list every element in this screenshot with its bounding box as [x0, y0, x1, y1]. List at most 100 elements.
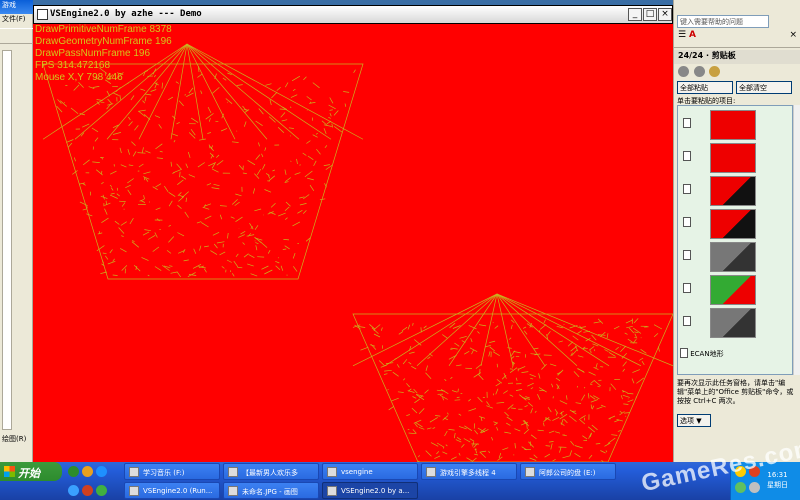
taskbar-button-label: 未命名.JPG - 画图	[242, 488, 298, 496]
pane-nav	[678, 66, 798, 80]
picture-icon	[683, 184, 691, 194]
taskbar-button[interactable]: VSEngine2.0 by a...	[322, 482, 418, 499]
minimize-button[interactable]: _	[628, 8, 642, 21]
taskbar-button[interactable]: 阿郎公司的盘 (E:)	[520, 463, 616, 480]
clip-list: ECAN地形	[677, 105, 793, 375]
stat-fps: FPS 314.472168	[35, 60, 111, 71]
clip-thumbnail	[710, 242, 756, 272]
doc-icon	[426, 467, 436, 477]
taskbar-button-label: 游戏引擎多线程 4	[440, 469, 496, 477]
menu-file[interactable]: 文件(F)	[0, 14, 33, 28]
clip-item[interactable]	[680, 176, 790, 206]
ie-icon	[228, 467, 238, 477]
word-window: 游戏 文件(F) 绘图(R)	[0, 0, 33, 462]
terrain-mesh	[352, 293, 673, 462]
tray-network-icon[interactable]	[735, 482, 746, 493]
clip-thumbnail	[710, 110, 756, 140]
start-label: 开始	[18, 467, 40, 480]
maximize-button[interactable]: □	[643, 8, 657, 21]
format-toolbar: ☰ A ×	[674, 30, 800, 48]
taskbar-button[interactable]: VSEngine2.0 (Run...	[124, 482, 220, 499]
word-toolbar	[0, 28, 33, 44]
clip-thumbnail	[710, 176, 756, 206]
paint-icon	[228, 486, 238, 496]
render-viewport[interactable]: DrawPrimitiveNumFrame 8378 DrawGeometryN…	[33, 24, 673, 462]
taskbar-button-label: 学习音乐 (F:)	[143, 469, 185, 477]
clip-thumbnail	[710, 143, 756, 173]
music-icon	[129, 467, 139, 477]
stat-mouse: Mouse X,Y 798 446	[35, 72, 123, 83]
clock-day: 星期日	[767, 481, 788, 489]
engine-titlebar[interactable]: VSEngine2.0 by azhe --- Demo _ □ ×	[33, 5, 673, 24]
clock[interactable]: 16:31 星期日	[767, 470, 788, 490]
draw-menu[interactable]: 绘图(R)	[0, 432, 33, 448]
taskbar-button-label: VSEngine2.0 by a...	[341, 487, 410, 495]
word-title: 游戏	[0, 0, 33, 14]
desktop-icon[interactable]	[68, 485, 79, 496]
close-icon[interactable]: ×	[789, 30, 797, 40]
taskbar-button[interactable]: 学习音乐 (F:)	[124, 463, 220, 480]
vertical-ruler	[2, 50, 12, 430]
messenger-icon[interactable]	[96, 485, 107, 496]
app-icon	[129, 486, 139, 496]
clip-thumbnail	[710, 275, 756, 305]
taskbar-button-label: 【最新男人欢乐多	[242, 469, 298, 477]
pane-top-bar	[674, 0, 800, 14]
picture-icon	[683, 316, 691, 326]
clipboard-task-pane: 键入需要帮助的问题 ☰ A × 24/24 · 剪贴板 全部粘贴 全部清空 单击…	[673, 0, 800, 462]
window-icon	[37, 9, 48, 20]
picture-icon	[683, 118, 691, 128]
app-icon	[327, 486, 337, 496]
picture-icon	[683, 151, 691, 161]
start-button[interactable]: 开始	[0, 462, 62, 481]
back-icon[interactable]	[678, 66, 689, 77]
engine-window: VSEngine2.0 by azhe --- Demo _ □ × DrawP…	[33, 5, 673, 462]
taskbar-button[interactable]: 未命名.JPG - 画图	[223, 482, 319, 499]
taskbar-button[interactable]: 【最新男人欢乐多	[223, 463, 319, 480]
taskbar-button-label: vsengine	[341, 468, 373, 476]
ie-icon[interactable]	[96, 466, 107, 477]
clip-item[interactable]	[680, 308, 790, 338]
help-search-input[interactable]: 键入需要帮助的问题	[677, 15, 769, 28]
quicklaunch-icon[interactable]	[68, 466, 79, 477]
pane-scrollbar[interactable]	[793, 105, 800, 375]
window-title: VSEngine2.0 by azhe --- Demo	[50, 9, 202, 19]
text-clip-item[interactable]: ECAN地形	[680, 346, 724, 359]
clip-item[interactable]	[680, 143, 790, 173]
stat-draw-pass: DrawPassNumFrame 196	[35, 48, 151, 59]
pane-header: 24/24 · 剪贴板	[674, 50, 800, 64]
clip-item[interactable]	[680, 110, 790, 140]
drive-icon	[525, 467, 535, 477]
taskbar-button-label: VSEngine2.0 (Run...	[143, 487, 213, 495]
forward-icon[interactable]	[693, 66, 705, 77]
taskbar-button[interactable]: vsengine	[322, 463, 418, 480]
bullets-icon[interactable]: ☰	[678, 30, 686, 40]
picture-icon	[683, 250, 691, 260]
picture-icon	[683, 217, 691, 227]
clip-item[interactable]	[680, 209, 790, 239]
terrain-wireframe	[42, 43, 673, 462]
doc-icon	[680, 348, 688, 358]
options-button[interactable]: 选项 ▼	[677, 414, 711, 427]
home-icon[interactable]	[709, 66, 721, 77]
taskbar-button[interactable]: 游戏引擎多线程 4	[421, 463, 517, 480]
folder-icon	[327, 467, 337, 477]
pane-actions: 全部粘贴 全部清空	[677, 81, 798, 95]
close-button[interactable]: ×	[658, 8, 672, 21]
clip-item[interactable]	[680, 275, 790, 305]
pane-note: 要再次显示此任务窗格，请单击"编辑"菜单上的"Office 剪贴板"命令，或按按…	[677, 379, 794, 405]
stat-draw-geometry: DrawGeometryNumFrame 196	[35, 36, 172, 47]
picture-icon	[683, 283, 691, 293]
media-icon[interactable]	[82, 485, 93, 496]
clip-item[interactable]	[680, 242, 790, 272]
windows-logo-icon	[4, 466, 15, 477]
text-clip-label: ECAN地形	[690, 350, 724, 358]
font-color-icon[interactable]: A	[689, 30, 696, 40]
qq-icon[interactable]	[82, 466, 93, 477]
paste-all-button[interactable]: 全部粘贴	[677, 81, 733, 94]
taskbar-button-label: 阿郎公司的盘 (E:)	[539, 469, 596, 477]
tray-volume-icon[interactable]	[749, 482, 760, 493]
clip-thumbnail	[710, 308, 756, 338]
clip-thumbnail	[710, 209, 756, 239]
clear-all-button[interactable]: 全部清空	[736, 81, 792, 94]
